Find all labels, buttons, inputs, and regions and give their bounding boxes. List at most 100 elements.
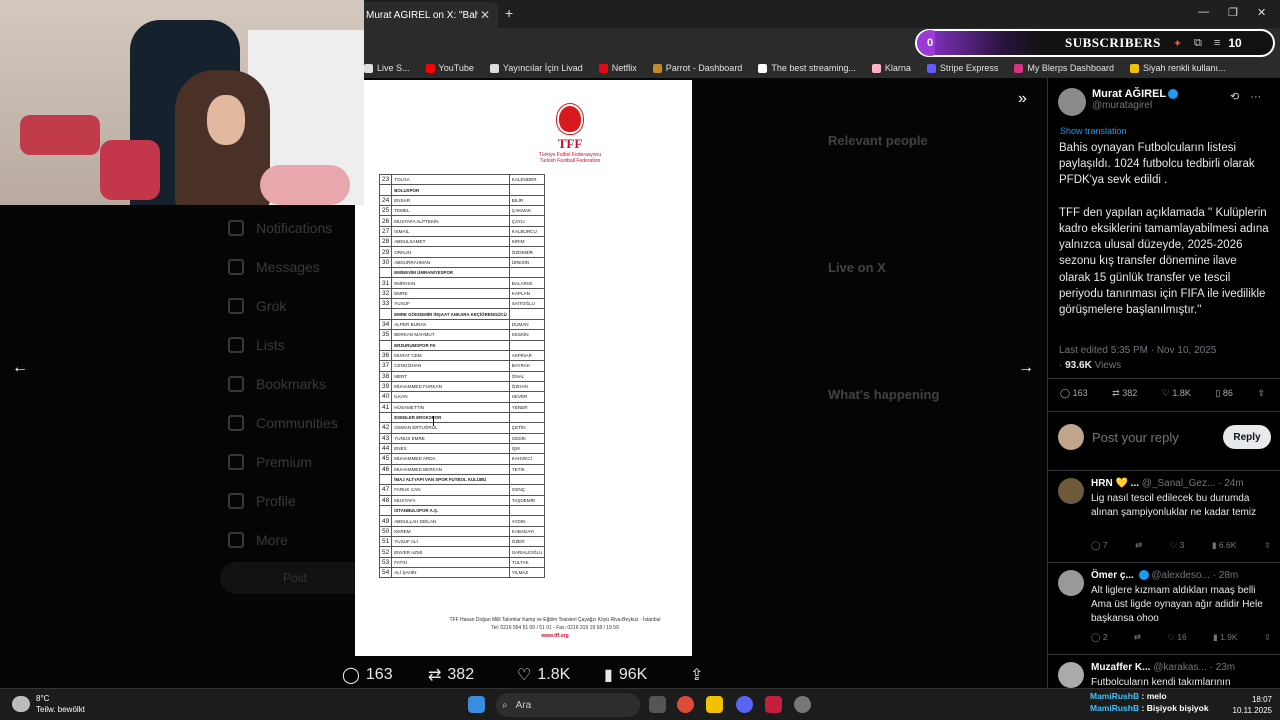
club-name: EMRE GÖKDEMİR İNŞAAT ANKARA KEÇİÖRENGÜCÜ	[391, 308, 510, 320]
author-avatar[interactable]	[1058, 88, 1086, 116]
reply-reply-count[interactable]: ◯ 7	[1091, 540, 1108, 551]
player-row: 34 ALPER BURAK DUMAN	[378, 318, 546, 331]
player-row: 51 YUSUF ALİ ÖZER	[378, 536, 546, 548]
club-name: EMİNEVİM ÜMRANİYESPOR	[391, 267, 510, 279]
edited-timestamp[interactable]: Last edited 5:35 PM · Nov 10, 2025	[1059, 345, 1216, 356]
share-stat-icon[interactable]: ⇪	[1257, 388, 1265, 399]
player-last-name: ÇETİN	[508, 422, 546, 434]
player-last-name	[508, 504, 546, 517]
bookmark-item[interactable]: My Blerps Dashboard	[1014, 63, 1114, 73]
previous-image-arrow-icon[interactable]: ←	[12, 359, 28, 377]
player-last-name: ÇAKMAK	[508, 205, 546, 217]
grok-icon[interactable]: ⟲	[1230, 91, 1239, 103]
bookmark-item[interactable]: YouTube	[425, 63, 474, 73]
reply-share-icon[interactable]: ⇪	[1264, 540, 1271, 551]
reply-share-icon[interactable]: ⇪	[1264, 632, 1271, 643]
club-name: İSTANBULSPOR A.Ş.	[391, 504, 510, 517]
repost-stat[interactable]: ⇄ 382	[1112, 388, 1137, 399]
media-reply-button[interactable]: ◯ 163	[342, 665, 393, 685]
media-like-button[interactable]: ♡ 1.8K	[517, 665, 570, 685]
taskbar-search[interactable]: ⌕ Ara	[496, 693, 640, 717]
bookmark-item[interactable]: Stripe Express	[926, 63, 998, 73]
maple-leaf-icon[interactable]: ✦	[1173, 37, 1182, 50]
reply-button[interactable]: Reply	[1223, 425, 1271, 449]
minimize-button[interactable]: —	[1198, 6, 1209, 18]
player-last-name: KESKİN	[508, 329, 546, 341]
bookmark-item[interactable]: The best streaming...	[758, 63, 856, 73]
reply-like-count[interactable]: ♡ 3	[1170, 540, 1185, 551]
reply-stat[interactable]: ◯ 163	[1060, 388, 1088, 399]
media-list-icon[interactable]: ≡	[1214, 37, 1220, 50]
bookmark-item[interactable]: Siyah renkli kullanı...	[1129, 63, 1226, 73]
row-number	[378, 504, 393, 517]
more-options-icon[interactable]: ···	[1250, 91, 1261, 103]
app-icon[interactable]	[765, 696, 782, 713]
tweet-detail-panel: Murat AĞIREL @muratagirel ⟲ ··· Show tra…	[1047, 78, 1280, 688]
player-last-name: KAHVECİ	[508, 453, 546, 465]
bookmark-stat[interactable]: ▯ 86	[1215, 388, 1232, 399]
reply-item[interactable]: HRN 💛 ... @_Sanal_Gez... · 24m Lig nasıl…	[1058, 478, 1273, 558]
reply-repost-icon[interactable]: ⇄	[1135, 540, 1142, 551]
reply-item[interactable]: Muzaffer K... @karakas... · 23m Futbolcu…	[1058, 662, 1273, 688]
media-repost-button[interactable]: ⇄ 382	[428, 665, 474, 685]
weather-widget[interactable]: 8°C Teilw. bewölkt	[12, 693, 85, 715]
tweet-author[interactable]: Murat AĞIREL @muratagirel	[1058, 88, 1179, 116]
reply-views-count[interactable]: ▮ 1.9K	[1213, 632, 1238, 643]
obs-icon[interactable]	[794, 696, 811, 713]
system-clock[interactable]: 18:07 10.11.2025	[1220, 694, 1272, 716]
player-row: 52 ENVER AZMİ SARIALİOĞLU	[378, 546, 546, 558]
media-views-button[interactable]: ▮ 96K	[604, 665, 647, 685]
close-window-button[interactable]: ✕	[1257, 6, 1266, 19]
reply-views-count-value: 6.6K	[1218, 540, 1237, 550]
author-name[interactable]: Murat AĞIREL	[1092, 88, 1166, 100]
background-nav: Notifications Messages Grok Lists Bookmarks C…	[228, 208, 338, 559]
like-stat[interactable]: ♡ 1.8K	[1162, 388, 1191, 399]
nav-icon	[228, 492, 244, 509]
like-count: 1.8K	[537, 666, 571, 683]
windows-start-icon[interactable]	[468, 696, 485, 713]
reply-name[interactable]: Ömer ç...	[1091, 570, 1134, 581]
file-explorer-icon[interactable]	[706, 696, 723, 713]
reply-avatar[interactable]	[1058, 478, 1084, 504]
bookmark-item[interactable]: Yayıncılar İçin Livad	[489, 63, 583, 73]
tab-close-icon[interactable]: ✕	[478, 8, 492, 22]
show-translation-link[interactable]: Show translation	[1060, 126, 1127, 136]
reply-item[interactable]: Ömer ç... @alexdeso... · 28m Alt liglere…	[1058, 570, 1273, 650]
task-view-icon[interactable]	[649, 696, 666, 713]
media-share-button[interactable]: ⇪	[690, 665, 703, 685]
discord-icon[interactable]	[736, 696, 753, 713]
bookmark-item[interactable]: Klarna	[871, 63, 911, 73]
player-last-name	[508, 473, 546, 486]
reply-reply-count[interactable]: ◯ 2	[1091, 632, 1108, 643]
reply-repost-icon[interactable]: ⇄	[1134, 632, 1141, 643]
reply-name[interactable]: HRN 💛 ...	[1091, 478, 1139, 489]
reply-like-count[interactable]: ♡ 16	[1167, 632, 1186, 643]
puzzle-icon[interactable]: ⧉	[1194, 37, 1202, 50]
tff-crest-icon	[557, 104, 583, 134]
like-stat-count: 1.8K	[1172, 388, 1191, 398]
reply-input[interactable]: Post your reply	[1092, 430, 1223, 445]
footer-address: TFF Hasan Doğan Milli Takımlar Kamp ve E…	[449, 617, 661, 623]
player-last-name	[508, 184, 546, 196]
row-number	[378, 411, 393, 424]
club-name: ESENLER EROKSPOR	[391, 411, 510, 424]
reply-views-count[interactable]: ▮ 6.6K	[1212, 540, 1237, 551]
next-image-arrow-icon[interactable]: →	[1018, 359, 1034, 377]
reply-name[interactable]: Muzaffer K...	[1091, 662, 1150, 673]
bookmark-item[interactable]: Netflix	[598, 63, 637, 73]
chrome-icon[interactable]	[677, 696, 694, 713]
new-tab-button[interactable]: +	[505, 5, 513, 21]
expand-panel-icon[interactable]: »	[1018, 90, 1027, 108]
background-nav-item: Grok	[228, 286, 338, 325]
bookmark-item[interactable]: Parrot - Dashboard	[652, 63, 742, 73]
comment-icon: ◯	[342, 667, 360, 684]
maximize-button[interactable]: ❐	[1228, 6, 1238, 19]
player-first-name: İLKAN	[391, 391, 510, 403]
author-handle[interactable]: @muratagirel	[1092, 100, 1178, 111]
reply-avatar[interactable]	[1058, 570, 1084, 596]
player-last-name	[508, 411, 546, 424]
reply-avatar[interactable]	[1058, 662, 1084, 688]
row-number: 23	[378, 173, 393, 186]
active-tab[interactable]: Murat AĞIREL on X: "Bahis oyna ✕	[360, 2, 498, 28]
bookmark-item[interactable]: Live S...	[364, 63, 410, 73]
